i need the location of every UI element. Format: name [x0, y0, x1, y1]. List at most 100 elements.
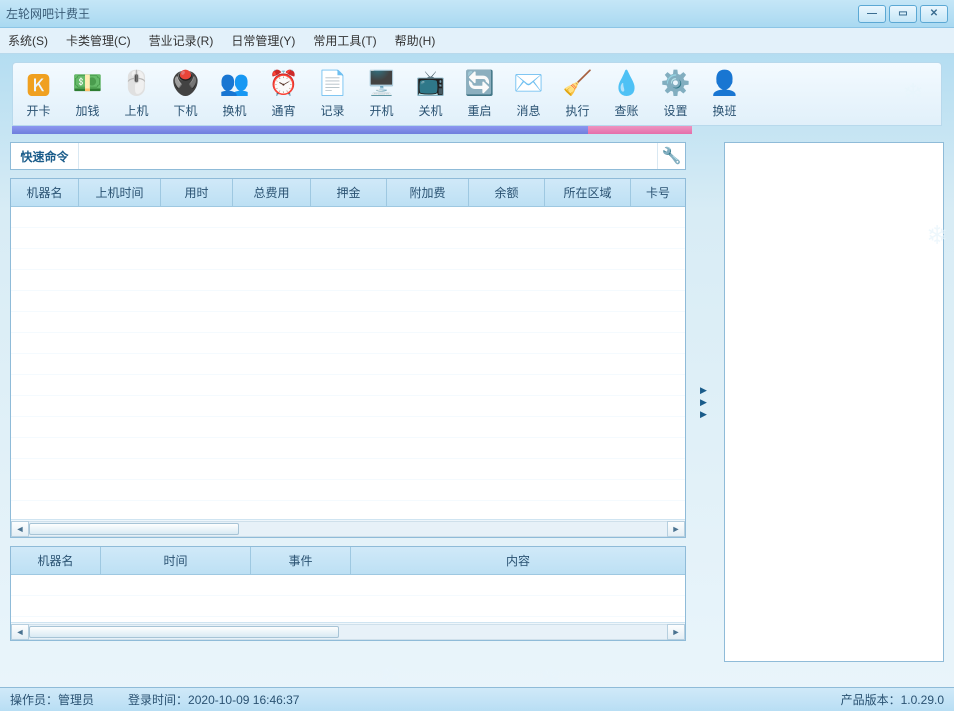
toolbar-login[interactable]: 🖱️上机 [113, 67, 160, 123]
overnight-icon: ⏰ [268, 67, 300, 99]
machines-panel: 机器名 上机时间 用时 总费用 押金 附加费 余额 所在区域 卡号 ◄ ► [10, 178, 686, 538]
chevron-right-icon: ▶ [700, 385, 710, 396]
content-area: 快速命令 🔧 机器名 上机时间 用时 总费用 押金 附加费 余额 所在区域 卡号 [0, 134, 954, 662]
toolbar-label: 查账 [614, 102, 638, 119]
menu-tools[interactable]: 常用工具(T) [313, 32, 376, 49]
toolbar-open-card[interactable]: 🅺 开卡 [15, 67, 62, 123]
machines-grid-header: 机器名 上机时间 用时 总费用 押金 附加费 余额 所在区域 卡号 [11, 179, 685, 207]
col-duration[interactable]: 用时 [161, 179, 233, 206]
col2-content[interactable]: 内容 [351, 547, 685, 574]
col2-time[interactable]: 时间 [101, 547, 251, 574]
execute-icon: 🧹 [562, 67, 594, 99]
menu-system[interactable]: 系统(S) [8, 32, 48, 49]
chevron-right-icon: ▶ [700, 397, 710, 408]
events-hscroll: ◄ ► [11, 622, 685, 640]
toolbar-execute[interactable]: 🧹 执行 [554, 67, 601, 123]
toolbar-label: 关机 [418, 102, 442, 119]
toolbar-label: 开卡 [26, 102, 50, 119]
scroll-track[interactable] [29, 624, 667, 640]
power-off-icon: 📺 [415, 67, 447, 99]
toolbar-overnight[interactable]: ⏰ 通宵 [260, 67, 307, 123]
toolbar-add-money[interactable]: 💵加钱 [64, 67, 111, 123]
quick-command-label: 快速命令 [11, 143, 79, 169]
settings-icon: ⚙️ [660, 67, 692, 99]
scroll-right-button[interactable]: ► [667, 521, 685, 537]
scroll-thumb[interactable] [29, 626, 339, 638]
toolbar-shift[interactable]: 👤换班 [701, 67, 748, 123]
left-column: 快速命令 🔧 机器名 上机时间 用时 总费用 押金 附加费 余额 所在区域 卡号 [10, 142, 686, 662]
open-card-icon: 🅺 [23, 67, 55, 99]
scroll-thumb[interactable] [29, 523, 239, 535]
col-login-time[interactable]: 上机时间 [79, 179, 161, 206]
toolbar-settings[interactable]: ⚙️设置 [652, 67, 699, 123]
toolbar-logout[interactable]: 🖲️ 下机 [162, 67, 209, 123]
status-version: 产品版本：1.0.29.0 [841, 691, 944, 708]
minimize-button[interactable]: — [858, 5, 886, 23]
col2-machine-name[interactable]: 机器名 [11, 547, 101, 574]
scroll-left-button[interactable]: ◄ [11, 624, 29, 640]
menu-help[interactable]: 帮助(H) [395, 32, 436, 49]
machines-hscroll: ◄ ► [11, 519, 685, 537]
toolbar-label: 重启 [467, 102, 491, 119]
quick-command-button[interactable]: 🔧 [657, 143, 685, 169]
add-money-icon: 💵 [72, 67, 104, 99]
operator-label: 操作员： [10, 693, 58, 707]
side-panel [724, 142, 944, 662]
menu-biz[interactable]: 营业记录(R) [149, 32, 214, 49]
toolbar-label: 执行 [565, 102, 589, 119]
events-grid: 机器名 时间 事件 内容 ◄ ► [11, 547, 685, 640]
scroll-track[interactable] [29, 521, 667, 537]
toolbar-message[interactable]: ✉️ 消息 [505, 67, 552, 123]
scroll-left-button[interactable]: ◄ [11, 521, 29, 537]
toolbar-label: 记录 [320, 102, 344, 119]
col-balance[interactable]: 余额 [469, 179, 545, 206]
col-area[interactable]: 所在区域 [545, 179, 631, 206]
version-value: 1.0.29.0 [901, 693, 944, 707]
toolbar-audit[interactable]: 💧 查账 [603, 67, 650, 123]
audit-icon: 💧 [611, 67, 643, 99]
records-icon: 📄 [317, 67, 349, 99]
col-deposit[interactable]: 押金 [311, 179, 387, 206]
col-card-no[interactable]: 卡号 [631, 179, 685, 206]
toolbar-label: 开机 [369, 102, 393, 119]
scroll-right-button[interactable]: ► [667, 624, 685, 640]
toolbar-label: 下机 [173, 102, 197, 119]
toolbar-label: 消息 [516, 102, 540, 119]
col-machine-name[interactable]: 机器名 [11, 179, 79, 206]
message-icon: ✉️ [513, 67, 545, 99]
close-button[interactable]: ✕ [920, 5, 948, 23]
machines-grid: 机器名 上机时间 用时 总费用 押金 附加费 余额 所在区域 卡号 ◄ ► [11, 179, 685, 537]
status-bar: 操作员：管理员 登录时间：2020-10-09 16:46:37 产品版本：1.… [0, 687, 954, 711]
side-expander[interactable]: ▶ ▶ ▶ [700, 385, 710, 420]
logout-icon: 🖲️ [170, 67, 202, 99]
login-time-value: 2020-10-09 16:46:37 [188, 693, 299, 707]
machines-grid-body[interactable] [11, 207, 685, 519]
toolbar: 🅺 开卡 💵加钱🖱️上机 🖲️ 下机 👥换机 ⏰ 通宵 📄 记录 🖥️开机 📺 关机 🔄重启 ✉️ 消息 🧹 执行… [12, 62, 942, 126]
menu-daily[interactable]: 日常管理(Y) [231, 32, 295, 49]
quick-command-input[interactable] [79, 143, 657, 169]
toolbar-label: 上机 [124, 102, 148, 119]
right-column [724, 142, 944, 662]
chevron-right-icon: ▶ [700, 409, 710, 420]
toolbar-restart[interactable]: 🔄重启 [456, 67, 503, 123]
shift-icon: 👤 [709, 67, 741, 99]
operator-value: 管理员 [58, 693, 94, 707]
events-grid-header: 机器名 时间 事件 内容 [11, 547, 685, 575]
login-time-label: 登录时间： [128, 693, 188, 707]
toolbar-label: 通宵 [271, 102, 295, 119]
events-panel: 机器名 时间 事件 内容 ◄ ► [10, 546, 686, 641]
maximize-button[interactable]: ▭ [889, 5, 917, 23]
col-extra-fee[interactable]: 附加费 [387, 179, 469, 206]
toolbar-swap[interactable]: 👥换机 [211, 67, 258, 123]
col2-event[interactable]: 事件 [251, 547, 351, 574]
toolbar-power-off[interactable]: 📺 关机 [407, 67, 454, 123]
events-grid-body[interactable] [11, 575, 685, 622]
status-operator: 操作员：管理员 [10, 691, 94, 708]
col-total-fee[interactable]: 总费用 [233, 179, 311, 206]
toolbar-power-on[interactable]: 🖥️开机 [358, 67, 405, 123]
toolbar-container: 🅺 开卡 💵加钱🖱️上机 🖲️ 下机 👥换机 ⏰ 通宵 📄 记录 🖥️开机 📺 关机 🔄重启 ✉️ 消息 🧹 执行… [0, 54, 954, 134]
quick-command-row: 快速命令 🔧 [10, 142, 686, 170]
menu-card[interactable]: 卡类管理(C) [66, 32, 131, 49]
version-label: 产品版本： [841, 693, 901, 707]
toolbar-records[interactable]: 📄 记录 [309, 67, 356, 123]
